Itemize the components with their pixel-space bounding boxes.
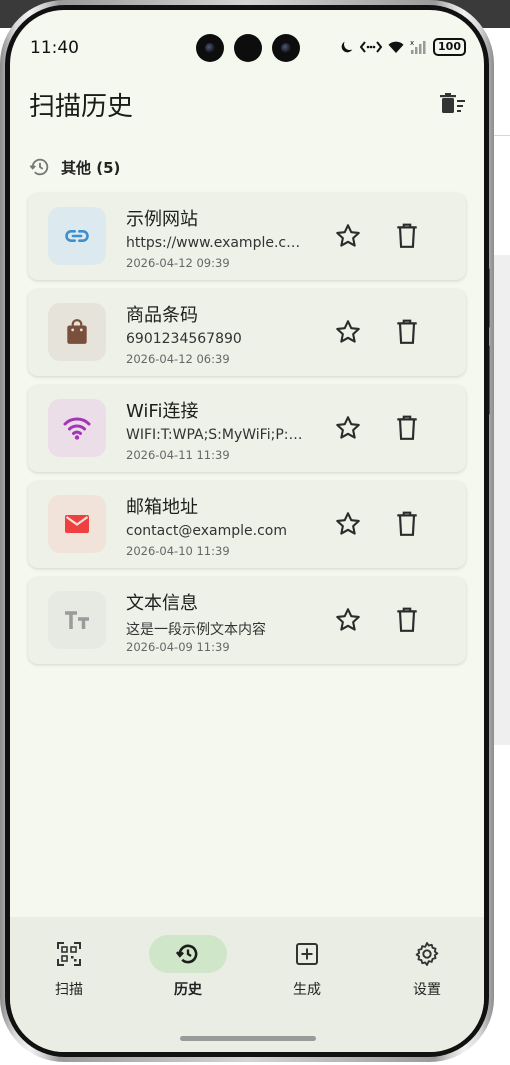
history-group-header: 其他 (5) (29, 156, 120, 178)
trash-icon (397, 319, 417, 344)
status-time: 11:40 (30, 38, 79, 58)
delete-button[interactable] (394, 222, 420, 250)
delete-button[interactable] (394, 510, 420, 538)
text-fields-icon (65, 611, 89, 629)
favorite-button[interactable] (334, 510, 362, 538)
nav-label: 设置 (413, 982, 441, 998)
nav-label: 生成 (293, 982, 321, 998)
nav-icon-container (388, 935, 466, 973)
item-thumbnail (48, 207, 106, 265)
nav-label: 历史 (174, 982, 202, 998)
trash-icon (397, 607, 417, 632)
group-label: 其他 (5) (61, 158, 121, 177)
item-title: 示例网站 (126, 209, 198, 230)
item-title: 商品条码 (126, 305, 198, 326)
history-item[interactable]: 商品条码 6901234567890 2026-04-12 06:39 (28, 289, 466, 376)
item-time: 2026-04-12 09:39 (126, 256, 230, 270)
link-icon (65, 230, 89, 242)
history-item[interactable]: 文本信息 这是一段示例文本内容 2026-04-09 11:39 (28, 577, 466, 664)
nav-icon-container (30, 935, 108, 973)
favorite-button[interactable] (334, 414, 362, 442)
item-value: WIFI:T:WPA;S:MyWiFi;P:12345678;; (126, 427, 304, 443)
home-indicator[interactable] (180, 1036, 316, 1041)
item-title: 邮箱地址 (126, 497, 198, 518)
camera-lens-icon (272, 34, 300, 62)
trash-icon (397, 415, 417, 440)
page-title: 扫描历史 (29, 92, 134, 122)
battery-indicator: 100 (433, 38, 466, 56)
qr-scan-icon (57, 942, 81, 966)
delete-button[interactable] (394, 606, 420, 634)
item-time: 2026-04-11 11:39 (126, 448, 230, 462)
favorite-button[interactable] (334, 318, 362, 346)
item-thumbnail (48, 303, 106, 361)
item-value: 6901234567890 (126, 331, 242, 347)
history-item[interactable]: 示例网站 https://www.example.com 2026-04-12 … (28, 193, 466, 280)
nav-item-history[interactable]: 历史 (143, 935, 233, 999)
item-time: 2026-04-09 11:39 (126, 640, 230, 654)
star-outline-icon (336, 512, 360, 535)
item-thumbnail (48, 399, 106, 457)
status-bar: 11:40 x 100 (10, 10, 484, 82)
item-thumbnail (48, 495, 106, 553)
mail-icon (65, 515, 89, 533)
nav-item-scan[interactable]: 扫描 (24, 935, 114, 999)
delete-button[interactable] (394, 318, 420, 346)
camera-cutout (196, 34, 300, 62)
wifi-icon (63, 417, 91, 440)
data-transfer-icon (360, 41, 383, 53)
history-item[interactable]: 邮箱地址 contact@example.com 2026-04-10 11:3… (28, 481, 466, 568)
phone-frame: 11:40 x 100 扫描历史 其他 (5) 示例网站 https://www… (0, 0, 494, 1062)
item-title: 文本信息 (126, 593, 198, 614)
item-value: 这是一段示例文本内容 (126, 622, 266, 638)
item-title: WiFi连接 (126, 401, 199, 422)
nav-label: 扫描 (55, 982, 83, 998)
history-icon (175, 944, 198, 964)
star-outline-icon (336, 224, 360, 247)
shopping-bag-icon (67, 319, 87, 344)
delete-button[interactable] (394, 414, 420, 442)
trash-icon (397, 511, 417, 536)
sensor-icon (234, 34, 262, 62)
star-outline-icon (336, 608, 360, 631)
app-screen: 11:40 x 100 扫描历史 其他 (5) 示例网站 https://www… (10, 10, 484, 1052)
item-value: contact@example.com (126, 523, 287, 539)
history-icon (29, 158, 49, 176)
clear-history-button[interactable] (438, 90, 468, 120)
svg-text:x: x (410, 39, 414, 47)
bottom-navigation: 扫描 历史 生成 设置 (10, 917, 484, 1052)
nav-item-generate[interactable]: 生成 (262, 935, 352, 999)
add-box-icon (296, 943, 318, 965)
trash-icon (397, 223, 417, 248)
nav-item-settings[interactable]: 设置 (382, 935, 472, 999)
item-thumbnail (48, 591, 106, 649)
favorite-button[interactable] (334, 606, 362, 634)
item-time: 2026-04-10 11:39 (126, 544, 230, 558)
moon-icon (341, 41, 353, 53)
delete-sweep-icon (440, 93, 465, 113)
nav-icon-container (268, 935, 346, 973)
status-icons: x 100 (339, 38, 466, 56)
item-value: https://www.example.com (126, 235, 304, 251)
signal-icon: x (410, 39, 426, 54)
nav-icon-container-active (149, 935, 227, 973)
camera-lens-icon (196, 34, 224, 62)
favorite-button[interactable] (334, 222, 362, 250)
history-list: 示例网站 https://www.example.com 2026-04-12 … (28, 193, 466, 673)
item-time: 2026-04-12 06:39 (126, 352, 230, 366)
star-outline-icon (336, 416, 360, 439)
star-outline-icon (336, 320, 360, 343)
history-item[interactable]: WiFi连接 WIFI:T:WPA;S:MyWiFi;P:12345678;; … (28, 385, 466, 472)
settings-icon (415, 942, 439, 966)
wifi-icon (388, 41, 404, 53)
